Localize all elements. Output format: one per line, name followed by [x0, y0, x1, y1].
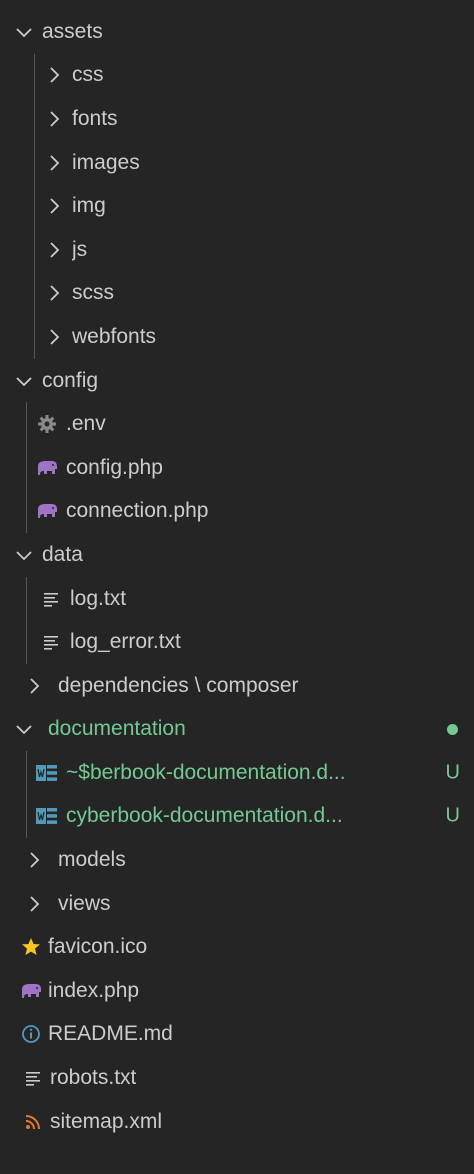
indent-guide [26, 751, 27, 795]
chevron-right-icon [44, 196, 64, 216]
chevron-down-icon [14, 371, 34, 391]
chevron-right-icon [24, 850, 44, 870]
php-elephant-icon [36, 500, 58, 522]
tree-file-config-php[interactable]: config.php [0, 445, 474, 490]
tree-item-label: images [72, 150, 140, 174]
tree-folder-webfonts[interactable]: webfonts [0, 315, 474, 359]
tree-item-label: js [72, 237, 88, 261]
php-elephant-icon [20, 980, 42, 1002]
tree-file-index-php[interactable]: index.php [0, 969, 474, 1013]
rss-icon [22, 1111, 44, 1133]
tree-folder-data[interactable]: data [0, 533, 474, 577]
chevron-down-icon [14, 719, 34, 739]
tree-item-label: models [58, 848, 126, 872]
word-doc-icon [36, 805, 58, 827]
tree-file-env[interactable]: .env [0, 402, 474, 446]
tree-folder-scss[interactable]: scss [0, 271, 474, 316]
chevron-right-icon [44, 153, 64, 173]
indent-guide [26, 445, 27, 490]
indent-guide [26, 489, 27, 534]
tree-item-label: data [42, 542, 83, 566]
indent-guide [34, 53, 35, 98]
tree-item-label: index.php [48, 978, 140, 1002]
tree-file-cyberbook-documentation-doc[interactable]: cyberbook-documentation.d... U [0, 794, 474, 839]
tree-item-label: connection.php [66, 499, 209, 523]
tree-file-robots-txt[interactable]: robots.txt [0, 1056, 474, 1100]
git-untracked-badge: U [445, 761, 460, 784]
chevron-right-icon [24, 894, 44, 914]
tree-item-label: img [72, 194, 106, 218]
tree-folder-css[interactable]: css [0, 53, 474, 98]
tree-file-favicon-ico[interactable]: favicon.ico [0, 925, 474, 969]
tree-file-log-txt[interactable]: log.txt [0, 576, 474, 621]
indent-guide [34, 227, 35, 272]
tree-folder-assets[interactable]: assets [0, 10, 474, 54]
chevron-right-icon [44, 327, 64, 347]
tree-item-label: favicon.ico [48, 935, 148, 959]
chevron-down-icon [14, 545, 34, 565]
info-icon [20, 1023, 42, 1045]
indent-guide [34, 184, 35, 228]
tree-item-label: config [42, 368, 99, 392]
tree-file-log-error-txt[interactable]: log_error.txt [0, 620, 474, 664]
chevron-right-icon [44, 65, 64, 85]
file-explorer-tree: assets css fonts images img js scss webf… [0, 0, 474, 1143]
tree-folder-dependencies-composer[interactable]: dependencies \ composer [0, 664, 474, 708]
indent-guide [34, 315, 35, 359]
indent-guide [26, 576, 27, 621]
indent-guide [26, 620, 27, 664]
tree-item-label: log_error.txt [70, 630, 181, 654]
tree-item-label: config.php [66, 455, 163, 479]
star-icon [20, 936, 42, 958]
tree-file-sitemap-xml[interactable]: sitemap.xml [0, 1100, 474, 1144]
tree-file-readme-md[interactable]: README.md [0, 1013, 474, 1057]
tree-item-label: dependencies \ composer [58, 673, 299, 697]
tree-folder-images[interactable]: images [0, 140, 474, 185]
indent-guide [26, 402, 27, 446]
tree-item-label: sitemap.xml [50, 1109, 163, 1133]
indent-guide [26, 794, 27, 839]
git-modified-dot [447, 723, 458, 735]
tree-item-label: cyberbook-documentation.d... [66, 804, 343, 828]
text-file-icon [22, 1067, 44, 1089]
tree-item-label: ~$berbook-documentation.d... [66, 760, 346, 784]
tree-item-label: .env [66, 412, 106, 436]
tree-item-label: webfonts [72, 324, 157, 348]
tree-folder-fonts[interactable]: fonts [0, 97, 474, 141]
git-untracked-badge: U [445, 804, 460, 827]
tree-item-label: documentation [48, 717, 186, 741]
tree-folder-documentation[interactable]: documentation [0, 708, 474, 752]
indent-guide [34, 271, 35, 316]
tree-folder-views[interactable]: views [0, 882, 474, 926]
chevron-right-icon [44, 240, 64, 260]
tree-item-label: views [58, 891, 111, 915]
tree-item-label: fonts [72, 106, 118, 130]
tree-folder-img[interactable]: img [0, 184, 474, 228]
gear-icon [36, 413, 58, 435]
text-file-icon [40, 588, 62, 610]
text-file-icon [40, 631, 62, 653]
chevron-down-icon [14, 22, 34, 42]
chevron-right-icon [44, 109, 64, 129]
chevron-right-icon [24, 676, 44, 696]
tree-item-label: robots.txt [50, 1066, 137, 1090]
tree-folder-js[interactable]: js [0, 227, 474, 272]
tree-item-label: css [72, 63, 104, 87]
tree-file-temp-documentation-doc[interactable]: ~$berbook-documentation.d... U [0, 751, 474, 795]
tree-folder-models[interactable]: models [0, 838, 474, 882]
tree-item-label: README.md [48, 1022, 173, 1046]
php-elephant-icon [36, 457, 58, 479]
chevron-right-icon [44, 283, 64, 303]
word-doc-icon [36, 762, 58, 784]
tree-item-label: scss [72, 281, 114, 305]
tree-folder-config[interactable]: config [0, 359, 474, 403]
tree-item-label: log.txt [70, 586, 127, 610]
indent-guide [34, 140, 35, 185]
indent-guide [34, 97, 35, 141]
tree-file-connection-php[interactable]: connection.php [0, 489, 474, 534]
tree-item-label: assets [42, 19, 103, 43]
